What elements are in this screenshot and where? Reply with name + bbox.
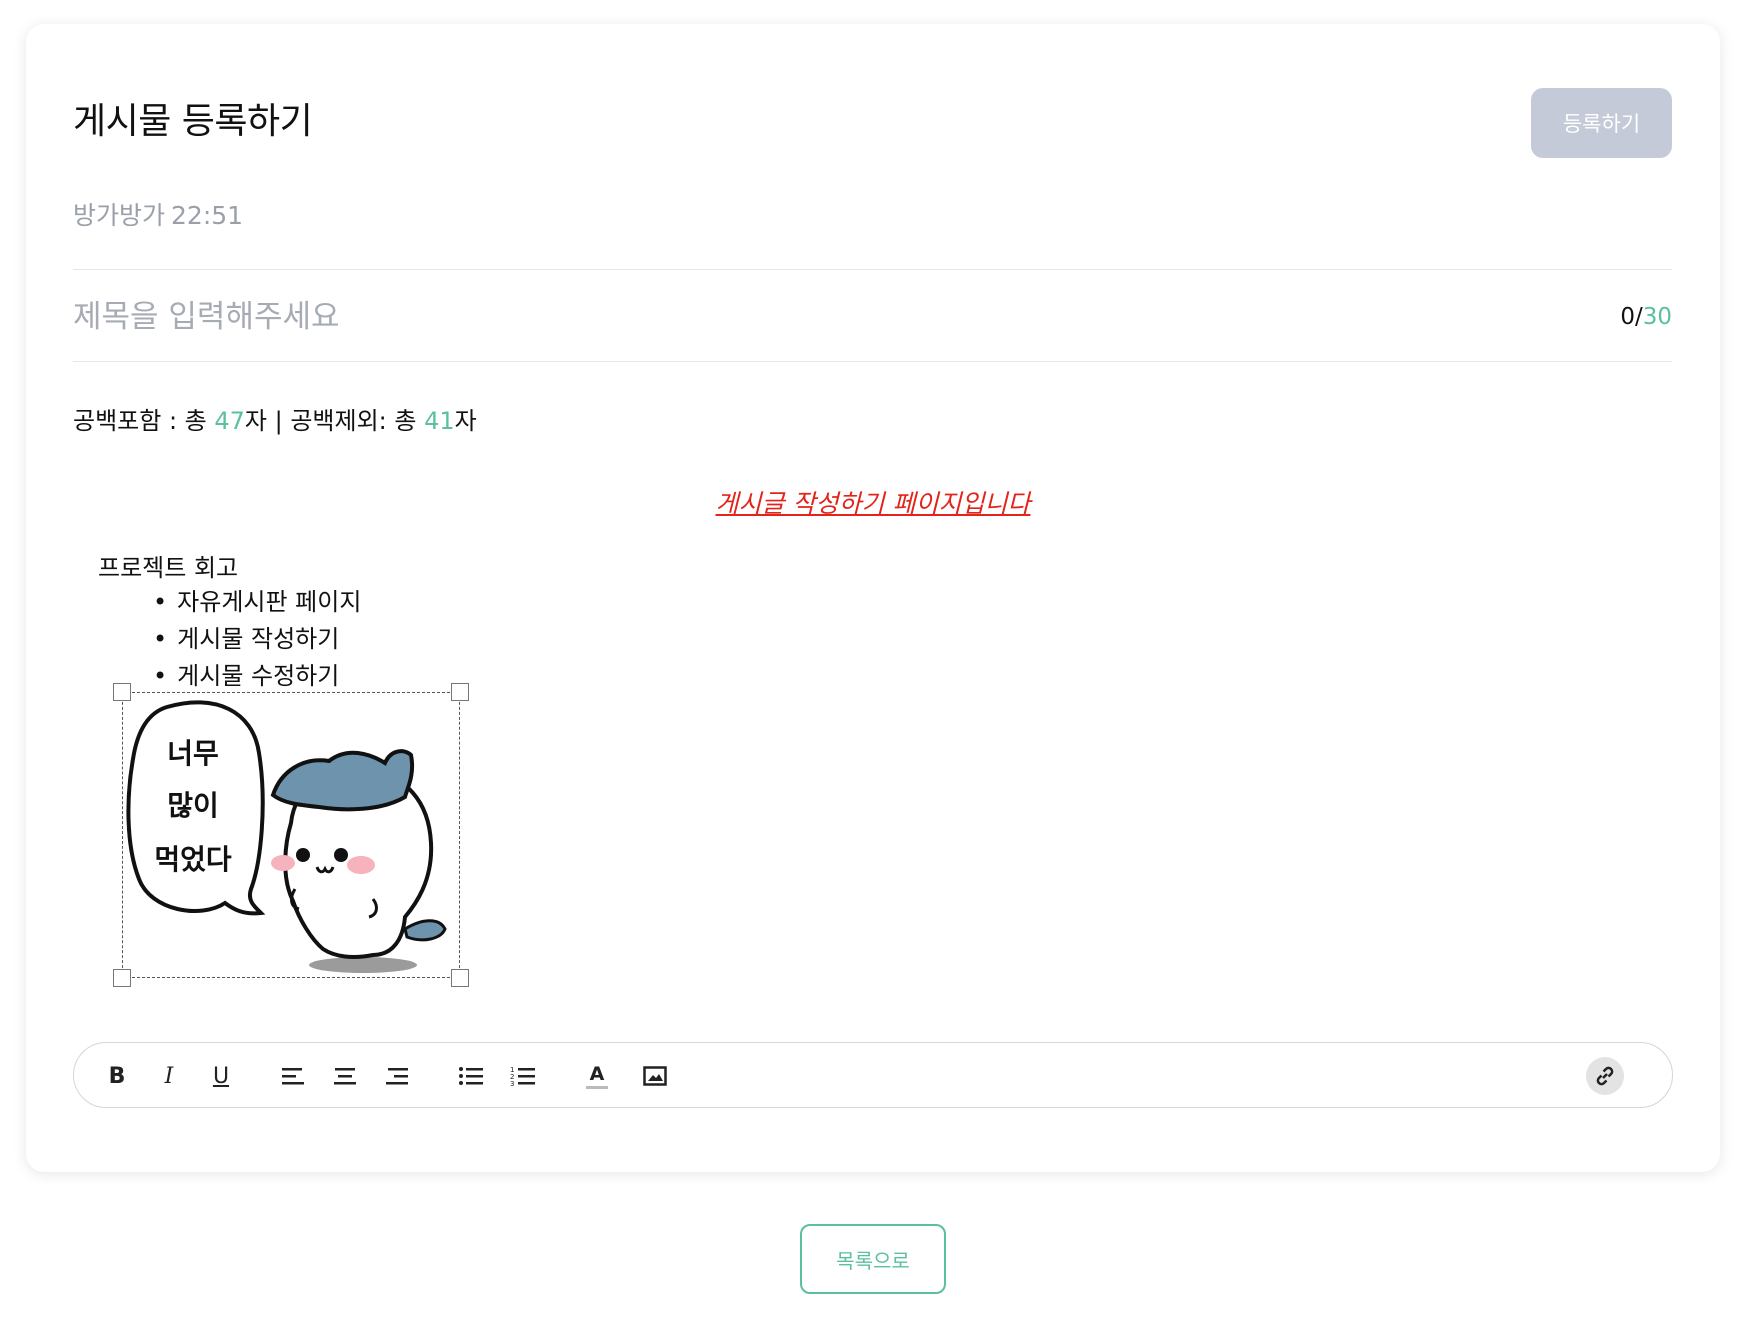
sticker-text-line: 많이 [167,789,219,822]
divider-top [73,269,1672,270]
submit-button[interactable]: 등록하기 [1531,88,1672,158]
sticker-text-line: 너무 [167,737,219,770]
svg-text:3: 3 [510,1080,514,1087]
divider-bottom [73,361,1672,362]
align-right-icon [386,1068,408,1085]
link-button[interactable] [1586,1057,1624,1095]
editor-intro-line: 게시글 작성하기 페이지입니다 [715,489,1031,518]
back-to-list-button[interactable]: 목록으로 [800,1224,946,1294]
bullet-list-button[interactable] [454,1059,488,1093]
content-editor[interactable]: 게시글 작성하기 페이지입니다 프로젝트 회고 자유게시판 페이지 게시물 작성… [73,484,1673,987]
author-name: 방가방가 [73,201,166,230]
bold-button[interactable]: B [100,1059,134,1093]
post-time: 22:51 [171,201,244,230]
page-title: 게시물 등록하기 [73,101,313,142]
align-left-button[interactable] [276,1059,310,1093]
insert-image-button[interactable] [638,1059,672,1093]
list-item: 자유게시판 페이지 [153,584,361,621]
resize-handle-top-left[interactable] [113,683,131,701]
align-left-icon [282,1068,304,1085]
list-item: 게시물 작성하기 [153,621,361,658]
content-char-count: 공백포함 : 총 47자 | 공백제외: 총 41자 [73,407,477,435]
align-center-button[interactable] [328,1059,362,1093]
sticker-text-line: 먹었다 [154,843,232,876]
align-right-button[interactable] [380,1059,414,1093]
image-icon [643,1066,667,1086]
underline-button[interactable]: U [204,1059,238,1093]
bullet-list-icon [459,1067,483,1085]
editor-toolbar: B I U 123 A [73,1042,1673,1108]
title-char-counter: 0/30 [1620,304,1672,330]
resize-handle-bottom-right[interactable] [451,969,469,987]
resize-handle-bottom-left[interactable] [113,969,131,987]
post-editor-card: 게시물 등록하기 등록하기 방가방가22:51 0/30 공백포함 : 총 47… [26,24,1720,1172]
editor-bullet-list: 자유게시판 페이지 게시물 작성하기 게시물 수정하기 [153,584,361,695]
text-color-icon: A [589,1062,605,1085]
without-space-count: 41 [424,407,455,435]
ordered-list-button[interactable]: 123 [506,1059,540,1093]
link-icon [1596,1066,1614,1086]
sticker-image: 너무 많이 먹었다 [126,700,447,973]
with-space-count: 47 [214,407,245,435]
text-color-swatch [586,1085,608,1089]
text-color-button[interactable]: A [580,1059,614,1093]
align-center-icon [334,1068,356,1085]
ordered-list-icon: 123 [510,1066,535,1087]
selected-image-frame[interactable]: 너무 많이 먹었다 [113,683,469,987]
title-input[interactable] [73,290,1473,344]
post-meta: 방가방가 22:51 [73,196,243,232]
italic-button[interactable]: I [152,1059,186,1093]
resize-handle-top-right[interactable] [451,683,469,701]
list-item: 게시물 수정하기 [153,658,361,695]
editor-heading: 프로젝트 회고 [98,554,239,582]
